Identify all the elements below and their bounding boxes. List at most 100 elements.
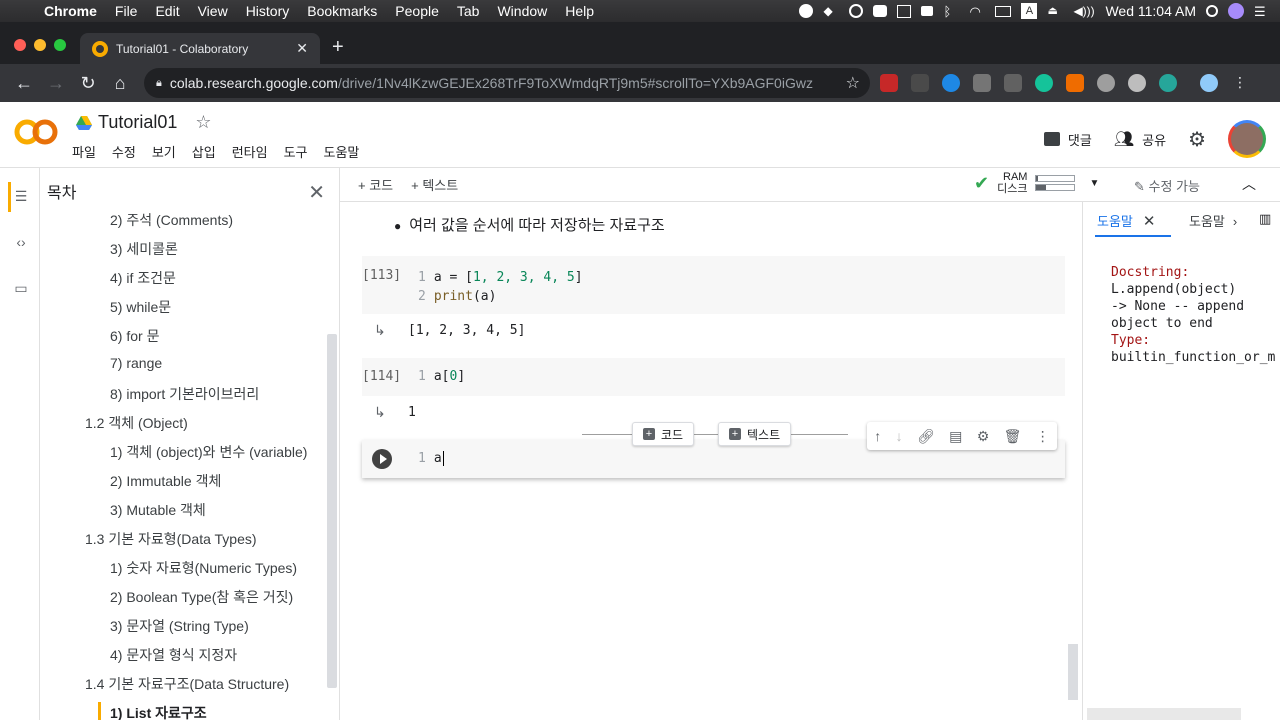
input-source-icon[interactable]: A (1021, 3, 1038, 19)
window-close-button[interactable] (14, 39, 26, 51)
cell-code[interactable]: 1 a[0] (418, 369, 465, 384)
settings-gear-icon[interactable]: ⚙ (977, 428, 990, 445)
spotlight-search-icon[interactable] (1206, 5, 1218, 17)
sync-icon[interactable] (849, 4, 864, 18)
notification-icon[interactable] (873, 5, 888, 17)
insert-code-button[interactable]: + 코드 (632, 422, 695, 446)
eject-icon[interactable]: ⏏ (1047, 4, 1063, 18)
menubar-bookmarks[interactable]: Bookmarks (298, 3, 386, 19)
tab-close-icon[interactable]: ✕ (296, 40, 308, 57)
help-horizontal-scrollbar[interactable] (1087, 708, 1241, 720)
wifi-icon[interactable]: ◠ (969, 4, 985, 19)
notebook-scrollbar[interactable] (1068, 644, 1078, 700)
toc-item[interactable]: 1) 숫자 자료형(Numeric Types) (110, 558, 297, 578)
window-zoom-button[interactable] (54, 39, 66, 51)
toc-item[interactable]: 1) List 자료구조 (110, 703, 207, 720)
insert-text-button[interactable]: + 텍스트 (718, 422, 792, 446)
comments-button[interactable]: 댓글 (1043, 130, 1092, 149)
toc-item[interactable]: 6) for 문 (110, 326, 159, 346)
toc-item[interactable]: 3) Mutable 객체 (110, 500, 206, 520)
extension-orange-icon[interactable] (1066, 74, 1084, 92)
code-cell[interactable]: [114] 1 a[0] (362, 358, 1065, 396)
menubar-file[interactable]: File (106, 3, 147, 19)
menubar-tab[interactable]: Tab (448, 3, 489, 19)
extension-circle-icon[interactable] (1128, 74, 1146, 92)
back-icon[interactable]: ← (8, 73, 40, 94)
calendar-icon[interactable] (897, 4, 912, 18)
share-button[interactable]: 👥︎ 공유 (1114, 129, 1166, 149)
lock-icon[interactable] (921, 6, 934, 16)
toc-item[interactable]: 1.2 객체 (Object) (85, 413, 188, 433)
toc-item[interactable]: 3) 세미콜론 (110, 239, 178, 259)
new-tab-button[interactable]: + (332, 36, 344, 59)
extension-dark-icon[interactable] (1004, 74, 1022, 92)
airplay-icon[interactable] (995, 5, 1012, 17)
editing-mode-button[interactable]: ✎ 수정 가능 (1134, 176, 1200, 195)
extension-red-icon[interactable] (880, 74, 898, 92)
run-cell-button[interactable] (372, 449, 392, 469)
add-text-button[interactable]: + 텍스트 (411, 175, 458, 194)
help-tab-active[interactable]: 도움말 ✕ (1095, 211, 1171, 237)
forward-icon[interactable]: → (40, 73, 72, 94)
resources-indicator[interactable]: ✔ RAM 디스크 ▼ (974, 171, 1099, 195)
close-icon[interactable]: ✕ (1143, 212, 1156, 230)
dropbox-icon[interactable]: ◆ (823, 4, 839, 18)
toc-item[interactable]: 2) Boolean Type(참 혹은 거짓) (110, 587, 293, 607)
move-down-icon[interactable]: ↓ (896, 428, 903, 444)
chevron-down-icon[interactable]: ▼ (1089, 178, 1099, 189)
bookmark-star-icon[interactable]: ☆ (846, 73, 860, 93)
toc-item[interactable]: 3) 문자열 (String Type) (110, 616, 249, 636)
menubar-app-name[interactable]: Chrome (40, 3, 106, 19)
grammarly-icon[interactable] (1035, 74, 1053, 92)
extension-blue-icon[interactable] (942, 74, 960, 92)
volume-icon[interactable]: ◀))) (1073, 4, 1095, 18)
cell-code[interactable]: 1 a = [1, 2, 3, 4, 5] 2 print(a) (418, 268, 583, 306)
document-title[interactable]: Tutorial01 (98, 112, 177, 133)
toc-item[interactable]: 2) Immutable 객체 (110, 471, 221, 491)
grid-view-icon[interactable]: ▥ (1259, 211, 1271, 227)
move-up-icon[interactable]: ↑ (874, 428, 881, 444)
menubar-clock[interactable]: Wed 11:04 AM (1105, 3, 1196, 19)
toc-item[interactable]: 1) 객체 (object)와 변수 (variable) (110, 442, 307, 462)
extension-gray-icon[interactable] (973, 74, 991, 92)
menubar-view[interactable]: View (189, 3, 237, 19)
menubar-people[interactable]: People (386, 3, 448, 19)
toc-item[interactable]: 4) 문자열 형식 지정자 (110, 645, 237, 665)
user-avatar-icon[interactable] (1228, 3, 1244, 19)
toc-scrollbar[interactable] (327, 334, 337, 688)
toc-item[interactable]: 5) while문 (110, 297, 171, 317)
more-vert-icon[interactable]: ⋮ (1036, 428, 1050, 445)
code-snippets-icon[interactable]: ‹› (12, 234, 30, 252)
cell-code-editor[interactable]: 1a (418, 451, 444, 466)
menubar-window[interactable]: Window (488, 3, 556, 19)
profile-avatar-icon[interactable] (1200, 74, 1218, 92)
toc-item[interactable]: 7) range (110, 355, 162, 371)
address-bar[interactable]: 🔒︎ colab.research.google.com/drive/1Nv4l… (144, 68, 870, 98)
chrome-menu-icon[interactable]: ⋮ (1231, 74, 1249, 92)
menubar-edit[interactable]: Edit (146, 3, 188, 19)
files-folder-icon[interactable]: ▭ (12, 280, 30, 298)
comment-icon[interactable]: ▤ (949, 428, 962, 445)
menu-edit[interactable]: 수정 (112, 142, 136, 161)
menubar-help[interactable]: Help (556, 3, 603, 19)
delete-trash-icon[interactable]: 🗑︎ (1004, 428, 1022, 445)
close-icon[interactable]: ✕ (308, 180, 325, 205)
notification-center-icon[interactable]: ☰ (1254, 4, 1270, 19)
reload-icon[interactable]: ↻ (72, 73, 104, 94)
add-code-button[interactable]: + 코드 (358, 175, 393, 194)
menu-file[interactable]: 파일 (72, 142, 96, 161)
toc-item[interactable]: 8) import 기본라이브러리 (110, 384, 259, 404)
extension-green-icon[interactable] (1159, 74, 1177, 92)
toc-item[interactable]: 4) if 조건문 (110, 268, 176, 288)
home-icon[interactable]: ⌂ (104, 73, 136, 94)
help-tab-secondary[interactable]: 도움말 › (1189, 211, 1237, 230)
toc-item[interactable]: 2) 주석 (Comments) (110, 210, 233, 230)
window-minimize-button[interactable] (34, 39, 46, 51)
link-icon[interactable]: 🔗︎ (917, 428, 935, 445)
extension-bulb-icon[interactable] (1097, 74, 1115, 92)
menu-insert[interactable]: 삽입 (192, 142, 216, 161)
user-avatar[interactable] (1228, 120, 1266, 158)
record-icon[interactable] (799, 4, 814, 18)
menu-tools[interactable]: 도구 (284, 142, 308, 161)
toc-item[interactable]: 1.4 기본 자료구조(Data Structure) (85, 674, 289, 694)
